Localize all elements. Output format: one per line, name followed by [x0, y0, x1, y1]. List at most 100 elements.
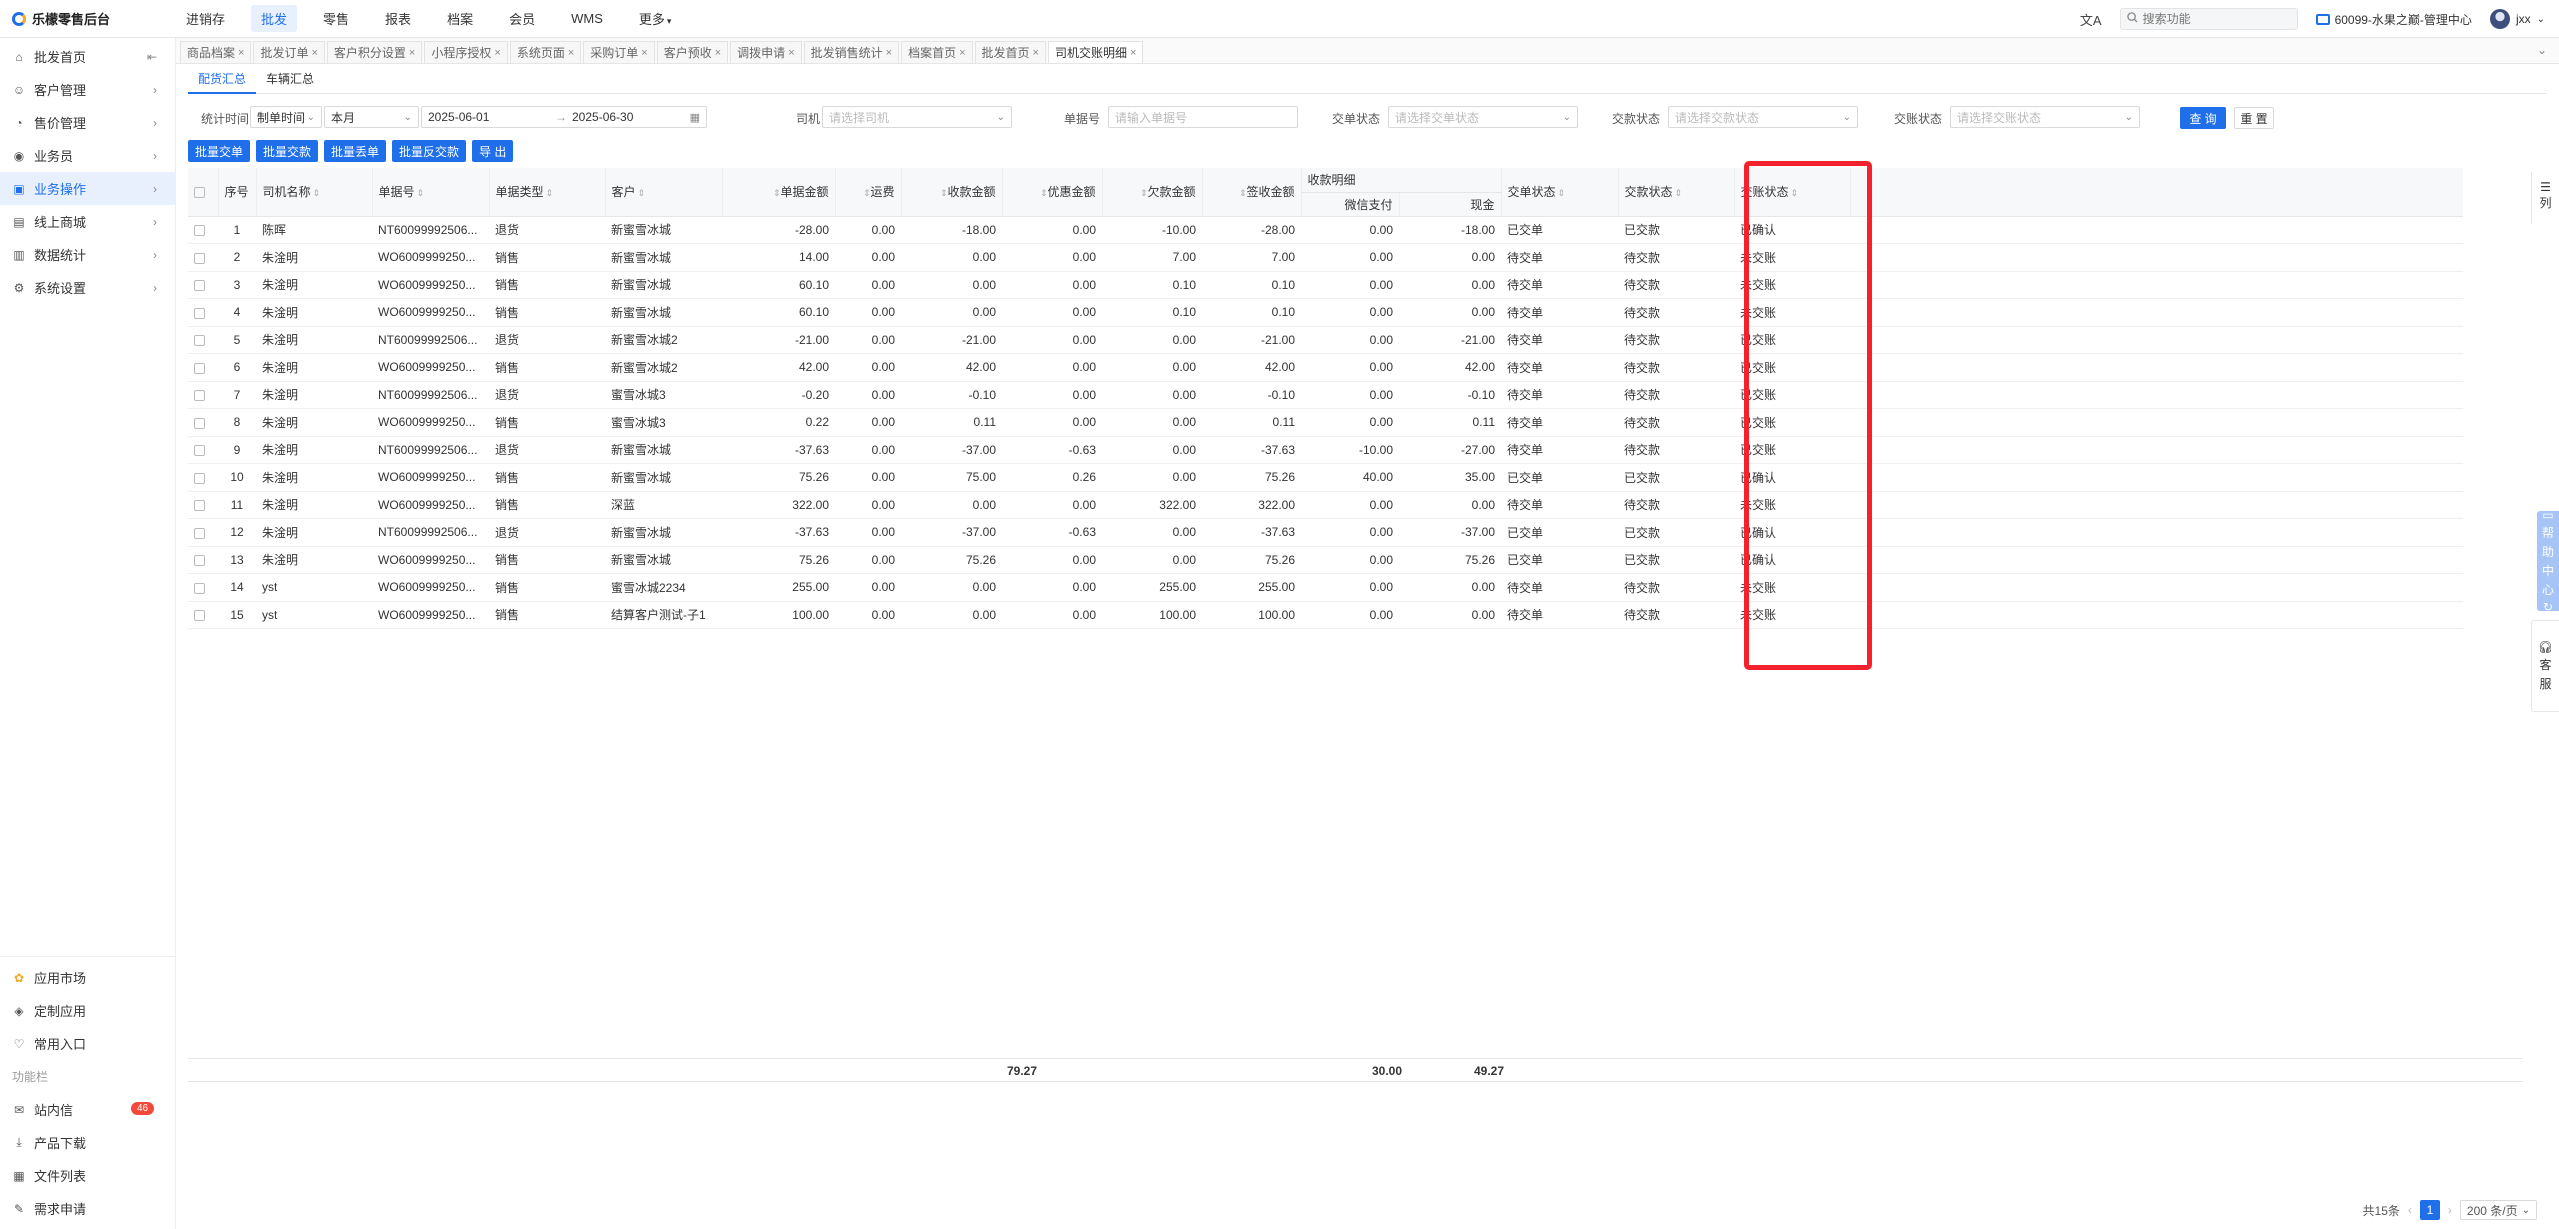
next-page-icon[interactable]: › — [2448, 1203, 2452, 1217]
tab-10[interactable]: 批发首页 × — [974, 41, 1046, 63]
row-select-cell[interactable] — [188, 491, 218, 519]
sort-icon[interactable]: ⇕ — [638, 188, 646, 198]
sidebar-item-app-market[interactable]: ✿ 应用市场 — [0, 961, 176, 994]
tab-8[interactable]: 批发销售统计 × — [803, 41, 900, 63]
close-icon[interactable]: × — [641, 47, 647, 59]
row-checkbox[interactable] — [194, 445, 205, 457]
row-checkbox[interactable] — [194, 252, 205, 264]
row-checkbox[interactable] — [194, 472, 205, 484]
tab-5[interactable]: 采购订单 × — [583, 41, 655, 63]
table-row[interactable]: 10 朱淦明 WO6009999250... 销售 新蜜雪冰城 75.26 0.00 75.0… — [188, 463, 2463, 492]
col-freight[interactable]: ⇕运费 — [835, 168, 902, 217]
tab-1[interactable]: 批发订单 × — [253, 41, 325, 63]
sidebar-item-downloads[interactable]: ⤓ 产品下载 — [0, 1126, 176, 1159]
batch-pay-button[interactable]: 批量交款 — [256, 140, 319, 162]
sort-icon[interactable]: ⇕ — [417, 188, 425, 198]
user-menu[interactable]: jxx ⌄ — [2489, 9, 2545, 29]
sort-icon[interactable]: ⇕ — [1558, 188, 1566, 198]
row-checkbox[interactable] — [194, 527, 205, 539]
row-select-cell[interactable] — [188, 436, 218, 464]
sort-icon[interactable]: ⇕ — [313, 188, 321, 198]
tab-vehicle-summary[interactable]: 车辆汇总 — [256, 64, 324, 94]
col-signed[interactable]: ⇕签收金额 — [1202, 168, 1302, 217]
col-received[interactable]: ⇕收款金额 — [901, 168, 1003, 217]
sidebar-item-files[interactable]: ▦ 文件列表 — [0, 1159, 176, 1192]
nav-wholesale[interactable]: 批发 — [251, 5, 298, 32]
sidebar-item-pricing[interactable]: ◔ 售价管理 › — [0, 106, 175, 139]
table-row[interactable]: 7 朱淦明 NT60099992506... 退货 蜜雪冰城3 -0.20 0.00 -0.1… — [188, 381, 2463, 409]
period-select[interactable]: 本月 ⌄ — [324, 106, 419, 128]
close-icon[interactable]: × — [568, 47, 574, 59]
table-row[interactable]: 6 朱淦明 WO6009999250... 销售 新蜜雪冰城2 42.00 0.00 42.0… — [188, 353, 2463, 382]
tab-6[interactable]: 客户预收 × — [656, 41, 729, 63]
time-type-select[interactable]: 制单时间 ⌄ — [250, 106, 322, 128]
row-select-cell[interactable] — [188, 326, 218, 354]
collapse-icon[interactable]: ⇤ — [147, 50, 157, 64]
hand-status-select[interactable]: 请选择交单状态 ⌄ — [1388, 106, 1578, 128]
select-all-checkbox[interactable] — [194, 187, 205, 199]
sidebar-item-mall[interactable]: ▤ 线上商城 › — [0, 205, 175, 238]
select-all-cell[interactable] — [188, 168, 219, 217]
col-discount[interactable]: ⇕优惠金额 — [1002, 168, 1103, 217]
table-row[interactable]: 11 朱淦明 WO6009999250... 销售 深蓝 322.00 0.00 0.00 0.… — [188, 491, 2463, 519]
row-select-cell[interactable] — [188, 408, 218, 437]
batch-unpay-button[interactable]: 批量反交款 — [392, 140, 467, 162]
prev-page-icon[interactable]: ‹ — [2408, 1203, 2412, 1217]
customer-service-button[interactable]: 🎧︎ 客 服 — [2531, 620, 2559, 712]
row-checkbox[interactable] — [194, 362, 205, 374]
row-checkbox[interactable] — [194, 280, 205, 292]
sidebar-item-favorites[interactable]: ♡ 常用入口 — [0, 1027, 176, 1060]
table-row[interactable]: 9 朱淦明 NT60099992506... 退货 新蜜雪冰城 -37.63 0.00 -37… — [188, 436, 2463, 464]
row-select-cell[interactable] — [188, 573, 218, 602]
doc-no-input[interactable]: 请输入单据号 — [1108, 106, 1298, 128]
col-doc[interactable]: 单据号 ⇕ — [372, 168, 490, 217]
sort-icon[interactable]: ⇕ — [546, 188, 554, 198]
sidebar-item-settings[interactable]: ⚙ 系统设置 › — [0, 271, 175, 304]
nav-more[interactable]: 更多 ▾ — [629, 5, 682, 32]
sort-icon[interactable]: ⇕ — [1675, 188, 1683, 198]
chevron-down-icon[interactable]: ⌄ — [2537, 43, 2547, 57]
acct-status-select[interactable]: 请选择交账状态 ⌄ — [1950, 106, 2140, 128]
close-icon[interactable]: × — [494, 47, 500, 59]
row-select-cell[interactable] — [188, 353, 218, 382]
row-checkbox[interactable] — [194, 417, 205, 429]
row-checkbox[interactable] — [194, 225, 205, 237]
close-icon[interactable]: × — [409, 47, 415, 59]
col-type[interactable]: 单据类型 ⇕ — [489, 168, 606, 217]
sidebar-item-stats[interactable]: ▥ 数据统计 › — [0, 238, 175, 271]
row-checkbox[interactable] — [194, 582, 205, 594]
sidebar-item-customers[interactable]: ☺ 客户管理 › — [0, 73, 175, 106]
table-row[interactable]: 5 朱淦明 NT60099992506... 退货 新蜜雪冰城2 -21.00 0.00 -2… — [188, 326, 2463, 354]
nav-reports[interactable]: 报表 — [375, 5, 421, 32]
date-range-picker[interactable]: 2025-06-01 → 2025-06-30 ▦ — [421, 106, 707, 128]
table-row[interactable]: 4 朱淦明 WO6009999250... 销售 新蜜雪冰城 60.10 0.00 0.00 0… — [188, 298, 2463, 327]
batch-submit-button[interactable]: 批量交单 — [188, 140, 251, 162]
table-row[interactable]: 12 朱淦明 NT60099992506... 退货 新蜜雪冰城 -37.63 0.00 -3… — [188, 518, 2463, 547]
nav-jxc[interactable]: 进销存 — [176, 5, 235, 32]
sidebar-item-custom-app[interactable]: ◈ 定制应用 — [0, 994, 176, 1027]
col-driver[interactable]: 司机名称 ⇕ — [256, 168, 373, 217]
export-button[interactable]: 导 出 — [472, 140, 514, 162]
sidebar-item-home[interactable]: ⌂ 批发首页 ⇤ — [0, 40, 175, 73]
row-checkbox[interactable] — [194, 335, 205, 347]
search-input[interactable] — [2142, 12, 2283, 26]
reset-button[interactable]: 重 置 — [2234, 107, 2274, 129]
row-select-cell[interactable] — [188, 243, 218, 272]
tab-9[interactable]: 档案首页 × — [901, 41, 973, 63]
nav-archive[interactable]: 档案 — [437, 5, 483, 32]
sort-icon[interactable]: ⇕ — [1791, 188, 1799, 198]
col-pay[interactable]: 交款状态 ⇕ — [1618, 168, 1735, 217]
close-icon[interactable]: × — [1033, 47, 1039, 59]
table-row[interactable]: 3 朱淦明 WO6009999250... 销售 新蜜雪冰城 60.10 0.00 0.00 0… — [188, 271, 2463, 299]
row-select-cell[interactable] — [188, 216, 218, 244]
sidebar-item-messages[interactable]: ✉ 站内信 46 — [0, 1093, 176, 1126]
col-owed[interactable]: ⇕欠款金额 — [1102, 168, 1203, 217]
close-icon[interactable]: × — [1130, 47, 1136, 59]
row-checkbox[interactable] — [194, 610, 205, 622]
org-switcher[interactable]: 60099-水果之巅-管理中心 — [2315, 11, 2472, 28]
close-icon[interactable]: × — [238, 47, 244, 59]
page-current[interactable]: 1 — [2419, 1200, 2440, 1220]
tab-0[interactable]: 商品档案 × — [180, 41, 252, 63]
tab-delivery-summary[interactable]: 配货汇总 — [188, 64, 257, 94]
tab-11[interactable]: 司机交账明细 × — [1047, 41, 1144, 63]
